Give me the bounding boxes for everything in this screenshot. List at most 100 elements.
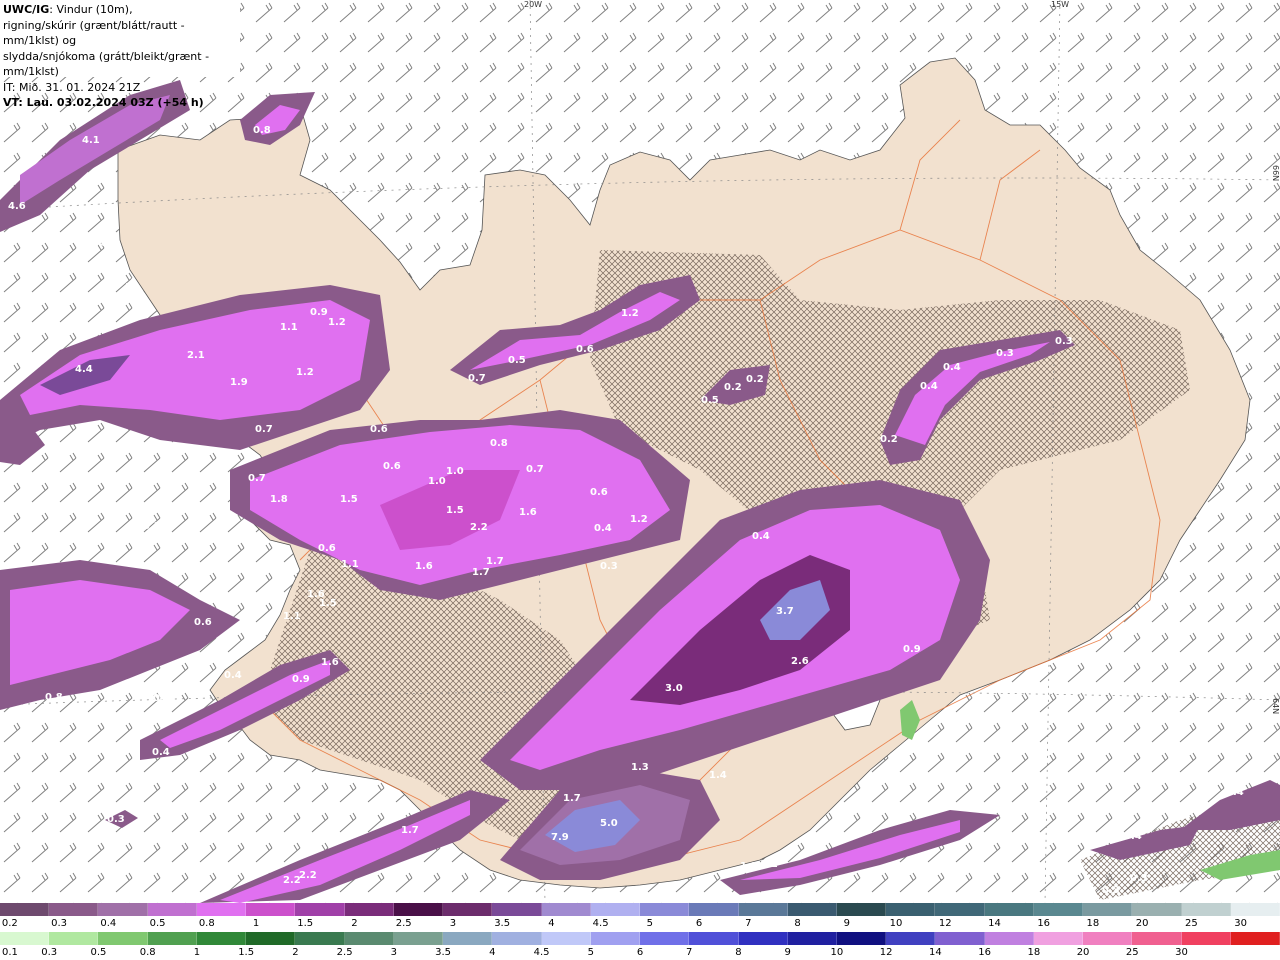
legend-label: 18: [1027, 947, 1041, 958]
map-value: 0.6: [318, 543, 336, 554]
map-value: 2.1: [187, 350, 205, 361]
legend-label: 25: [1125, 947, 1139, 958]
map-value: 2.2: [470, 522, 488, 533]
lat-label-64n: 64N: [1271, 698, 1280, 715]
map-value: 1.2: [630, 514, 648, 525]
map-value: 0.6: [194, 617, 212, 628]
map-value: 2.6: [791, 656, 809, 667]
map-value: 0.9: [292, 674, 310, 685]
legend-label: 4: [489, 947, 496, 958]
legend-swatch: [393, 903, 444, 916]
map-value: 0.3: [1102, 885, 1120, 896]
legend: 0.2 0.3 0.4 0.5 0.8 1 1.5 2 2.5 3 3.5 4 4.5 5 6 7 8 9 10 12…: [0, 903, 1280, 960]
rain-colorbar: [0, 932, 1280, 945]
legend-label: 3: [449, 918, 457, 929]
map-value: 1.2: [296, 367, 314, 378]
legend-swatch: [590, 932, 641, 945]
map-value: 0.5: [701, 395, 719, 406]
legend-label: 0.5: [90, 947, 107, 958]
map-value: 1.7: [401, 825, 419, 836]
legend-label: 12: [879, 947, 893, 958]
legend-swatch: [443, 932, 493, 945]
legend-swatch: [689, 932, 739, 945]
snow-colorbar: [0, 903, 1280, 916]
map-value: 1.1: [283, 611, 301, 622]
legend-swatch: [246, 932, 296, 945]
model-name: UWC/IG: [3, 3, 50, 16]
map-value: 1.0: [446, 466, 464, 477]
legend-swatch: [344, 903, 394, 916]
map-value: 1.2: [621, 308, 639, 319]
legend-label: 2.5: [395, 918, 412, 929]
legend-label: 9: [843, 918, 850, 929]
legend-swatch: [541, 932, 591, 945]
legend-label: 30: [1175, 947, 1188, 958]
map-value: 1.5: [340, 494, 358, 505]
map-value: 0.4: [594, 523, 612, 534]
map-value: 1.6: [321, 657, 339, 668]
map-value: 2.2: [283, 875, 301, 886]
legend-swatch: [738, 903, 788, 916]
legend-label: 12: [938, 918, 952, 929]
map-value: 1.5: [319, 598, 337, 609]
legend-swatch: [886, 903, 936, 916]
legend-swatch: [1181, 903, 1231, 916]
weather-map: 4.1 0.8 4.6 0.4 0.4 0.4 0.9 1.2 1.1 4.4 …: [0, 0, 1280, 903]
legend-swatch: [787, 932, 837, 945]
map-value: 3.7: [776, 606, 794, 617]
legend-label: 2: [292, 947, 299, 958]
lon-label-20w: 20W: [524, 0, 543, 9]
legend-swatch: [443, 903, 493, 916]
snow-scale-labels: 0.2 0.3 0.4 0.5 0.8 1 1.5 2 2.5 3 3.5 4 4.5 5 6 7 8 9 10 12…: [0, 918, 1280, 930]
lat-label-66n: 66N: [1271, 165, 1280, 182]
legend-label: 5: [646, 918, 654, 929]
legend-label: 3.5: [435, 947, 452, 958]
map-value: 0.3: [996, 348, 1014, 359]
legend-label: 16: [1037, 918, 1051, 929]
map-value: 1.5: [446, 505, 464, 516]
map-value: 1.7: [563, 793, 581, 804]
map-value: 0.3: [115, 533, 133, 544]
map-value: 0.6: [383, 461, 401, 472]
map-value: 1.1: [740, 861, 758, 872]
map-value: 0.7: [248, 473, 266, 484]
map-value: 0.3: [107, 814, 125, 825]
header-line1: : Vindur (10m),: [49, 3, 133, 16]
legend-label: 6: [636, 947, 644, 958]
map-value: 7.9: [551, 832, 569, 843]
legend-swatch: [836, 932, 887, 945]
legend-label: 6: [695, 918, 703, 929]
legend-swatch: [1230, 932, 1280, 945]
map-value: 0.4: [1226, 787, 1244, 798]
legend-swatch: [836, 903, 887, 916]
map-value: 0.7: [255, 424, 273, 435]
map-value: 0.2: [724, 382, 742, 393]
map-value: 1.6: [519, 507, 537, 518]
legend-label: 0.3: [51, 918, 68, 929]
map-value: 0.7: [28, 712, 46, 723]
legend-swatch: [98, 903, 148, 916]
map-value: 1.3: [631, 762, 649, 773]
legend-swatch: [787, 903, 837, 916]
legend-label: 4.5: [592, 918, 609, 929]
map-value: 4.1: [82, 135, 100, 146]
legend-swatch: [886, 932, 936, 945]
map-value: 0.3: [143, 521, 161, 532]
map-value: 0.4: [224, 670, 242, 681]
legend-label: 8: [794, 918, 801, 929]
legend-swatch: [147, 932, 197, 945]
legend-label: 2: [351, 918, 358, 929]
map-value: 0.9: [903, 644, 921, 655]
map-value: 1.6: [415, 561, 433, 572]
legend-label: 14: [929, 947, 942, 958]
legend-swatch: [541, 903, 591, 916]
map-value: 0.4: [50, 296, 68, 307]
legend-label: 7: [745, 918, 752, 929]
map-value: 3.0: [665, 683, 683, 694]
map-value: 1.1: [280, 322, 298, 333]
legend-swatch: [590, 903, 641, 916]
legend-label: 0.3: [41, 947, 58, 958]
info-box: UWC/IG: Vindur (10m), rigning/skúrir (gr…: [0, 0, 240, 109]
map-value: 4.4: [75, 364, 93, 375]
legend-swatch: [49, 932, 99, 945]
